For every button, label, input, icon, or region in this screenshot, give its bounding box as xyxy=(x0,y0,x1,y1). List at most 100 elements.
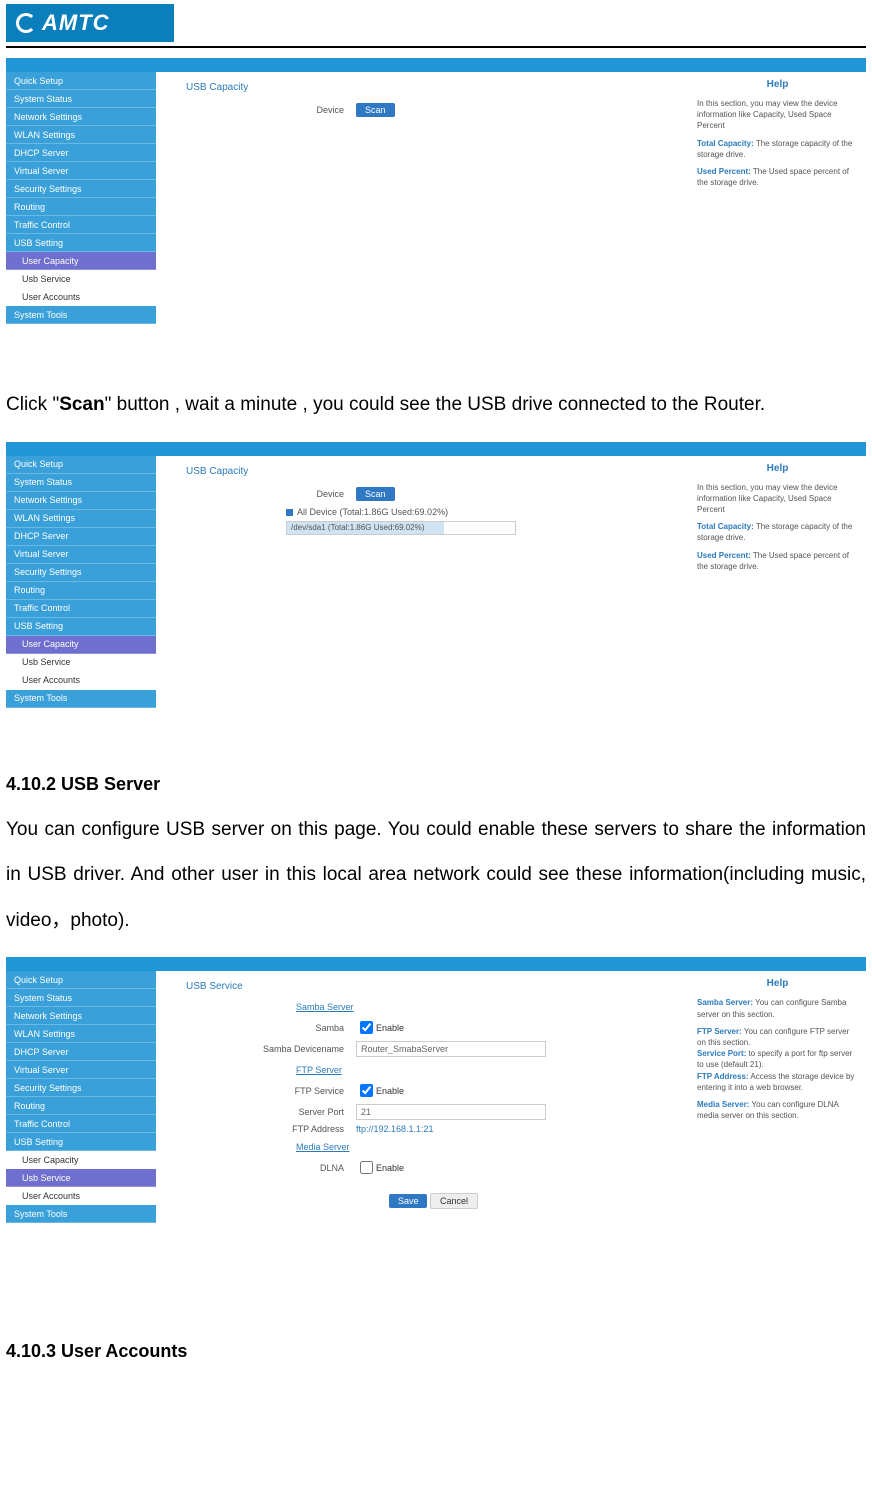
sidebar-item[interactable]: WLAN Settings xyxy=(6,1025,156,1043)
sidebar-item[interactable]: System Status xyxy=(6,90,156,108)
square-icon xyxy=(286,509,293,516)
brand-logo: AMTC xyxy=(6,4,174,42)
sidebar-item[interactable]: Virtual Server xyxy=(6,162,156,180)
figure-usb-capacity-scanned: Quick Setup System Status Network Settin… xyxy=(6,442,866,756)
sidebar: Quick Setup System Status Network Settin… xyxy=(6,971,156,1223)
ftp-enable-checkbox[interactable] xyxy=(360,1084,373,1097)
samba-label: Samba xyxy=(186,1023,356,1033)
sidebar-item[interactable]: Quick Setup xyxy=(6,971,156,989)
help-panel: Help In this section, you may view the d… xyxy=(691,72,866,194)
cancel-button[interactable]: Cancel xyxy=(430,1193,478,1209)
main-panel: USB Capacity Device Scan All Device (Tot… xyxy=(156,456,691,756)
header-rule xyxy=(6,46,866,48)
help-title: Help xyxy=(697,462,858,476)
instruction-paragraph: Click "Scan" button , wait a minute , yo… xyxy=(6,382,866,428)
sidebar-item[interactable]: USB Setting xyxy=(6,618,156,636)
sidebar-item[interactable]: DHCP Server xyxy=(6,528,156,546)
sidebar-item[interactable]: System Tools xyxy=(6,690,156,708)
sidebar-sub-usb-service[interactable]: Usb Service xyxy=(6,654,156,672)
sidebar-item[interactable]: System Status xyxy=(6,989,156,1007)
figure-usb-service: Quick Setup System Status Network Settin… xyxy=(6,957,866,1291)
save-button[interactable]: Save xyxy=(389,1194,428,1208)
sidebar-item[interactable]: Traffic Control xyxy=(6,1115,156,1133)
sidebar-item[interactable]: Security Settings xyxy=(6,180,156,198)
ftp-server-link[interactable]: FTP Server xyxy=(296,1065,681,1075)
help-term: FTP Address: xyxy=(697,1072,749,1081)
sidebar-item[interactable]: Virtual Server xyxy=(6,546,156,564)
heading-usb-server: 4.10.2 USB Server xyxy=(6,774,866,795)
brand-text: AMTC xyxy=(42,10,110,36)
sidebar-sub-user-accounts[interactable]: User Accounts xyxy=(6,1187,156,1205)
help-panel: Help Samba Server: You can configure Sam… xyxy=(691,971,866,1127)
sidebar-sub-usb-capacity[interactable]: User Capacity xyxy=(6,1151,156,1169)
device-label: Device xyxy=(186,489,356,499)
server-port-input[interactable] xyxy=(356,1104,546,1120)
scan-button[interactable]: Scan xyxy=(356,103,395,117)
media-server-link[interactable]: Media Server xyxy=(296,1142,681,1152)
usb-server-paragraph: You can configure USB server on this pag… xyxy=(6,807,866,944)
sidebar-item[interactable]: Traffic Control xyxy=(6,600,156,618)
help-panel: Help In this section, you may view the d… xyxy=(691,456,866,578)
device-label: Device xyxy=(186,105,356,115)
sidebar-item[interactable]: USB Setting xyxy=(6,234,156,252)
help-term: Media Server: xyxy=(697,1100,749,1109)
enable-text: Enable xyxy=(376,1023,404,1033)
sidebar-sub-usb-service[interactable]: Usb Service xyxy=(6,270,156,288)
sidebar-sub-usb-capacity[interactable]: User Capacity xyxy=(6,636,156,654)
sidebar-item[interactable]: Routing xyxy=(6,198,156,216)
panel-title: USB Service xyxy=(186,981,681,992)
sidebar-item[interactable]: Traffic Control xyxy=(6,216,156,234)
samba-devicename-input[interactable] xyxy=(356,1041,546,1057)
sidebar-item[interactable]: System Status xyxy=(6,474,156,492)
sidebar-item[interactable]: System Tools xyxy=(6,1205,156,1223)
scan-button[interactable]: Scan xyxy=(356,487,395,501)
sidebar-sub-user-accounts[interactable]: User Accounts xyxy=(6,672,156,690)
sidebar-item[interactable]: DHCP Server xyxy=(6,1043,156,1061)
sidebar: Quick Setup System Status Network Settin… xyxy=(6,456,156,708)
help-intro: In this section, you may view the device… xyxy=(697,482,858,516)
sidebar-item[interactable]: Security Settings xyxy=(6,564,156,582)
sidebar-item[interactable]: USB Setting xyxy=(6,1133,156,1151)
sidebar-item[interactable]: Security Settings xyxy=(6,1079,156,1097)
main-panel: USB Service Samba Server Samba Enable Sa… xyxy=(156,971,691,1291)
sidebar-item[interactable]: WLAN Settings xyxy=(6,126,156,144)
dlna-enable-checkbox[interactable] xyxy=(360,1161,373,1174)
help-term: FTP Server: xyxy=(697,1027,742,1036)
sidebar-item[interactable]: Virtual Server xyxy=(6,1061,156,1079)
device-progress: /dev/sda1 (Total:1.86G Used:69.02%) xyxy=(286,521,516,535)
dlna-label: DLNA xyxy=(186,1163,356,1173)
help-term: Used Percent: xyxy=(697,167,751,176)
sidebar-item[interactable]: System Tools xyxy=(6,306,156,324)
sidebar-item[interactable]: Routing xyxy=(6,1097,156,1115)
heading-user-accounts: 4.10.3 User Accounts xyxy=(6,1341,866,1362)
ftp-address-label: FTP Address xyxy=(186,1124,356,1134)
panel-title: USB Capacity xyxy=(186,466,681,477)
sidebar-item[interactable]: Quick Setup xyxy=(6,456,156,474)
logo-icon xyxy=(16,13,36,33)
sidebar-sub-usb-service[interactable]: Usb Service xyxy=(6,1169,156,1187)
progress-text: /dev/sda1 (Total:1.86G Used:69.02%) xyxy=(287,523,424,532)
help-intro: In this section, you may view the device… xyxy=(697,98,858,132)
sidebar-item[interactable]: Routing xyxy=(6,582,156,600)
samba-devicename-label: Samba Devicename xyxy=(186,1044,356,1054)
enable-text: Enable xyxy=(376,1086,404,1096)
sidebar-sub-usb-capacity[interactable]: User Capacity xyxy=(6,252,156,270)
server-port-label: Server Port xyxy=(186,1107,356,1117)
help-title: Help xyxy=(697,78,858,92)
sidebar-item[interactable]: Quick Setup xyxy=(6,72,156,90)
help-term: Samba Server: xyxy=(697,998,753,1007)
sidebar-item[interactable]: Network Settings xyxy=(6,108,156,126)
help-term: Used Percent: xyxy=(697,551,751,560)
sidebar-item[interactable]: WLAN Settings xyxy=(6,510,156,528)
sidebar-item[interactable]: Network Settings xyxy=(6,492,156,510)
samba-enable-checkbox[interactable] xyxy=(360,1021,373,1034)
sidebar-sub-user-accounts[interactable]: User Accounts xyxy=(6,288,156,306)
fig-topbar xyxy=(6,957,866,971)
panel-title: USB Capacity xyxy=(186,82,681,93)
help-term: Total Capacity: xyxy=(697,522,754,531)
ftp-service-label: FTP Service xyxy=(186,1086,356,1096)
sidebar-item[interactable]: DHCP Server xyxy=(6,144,156,162)
sidebar-item[interactable]: Network Settings xyxy=(6,1007,156,1025)
figure-usb-capacity-empty: Quick Setup System Status Network Settin… xyxy=(6,58,866,372)
samba-server-link[interactable]: Samba Server xyxy=(296,1002,681,1012)
